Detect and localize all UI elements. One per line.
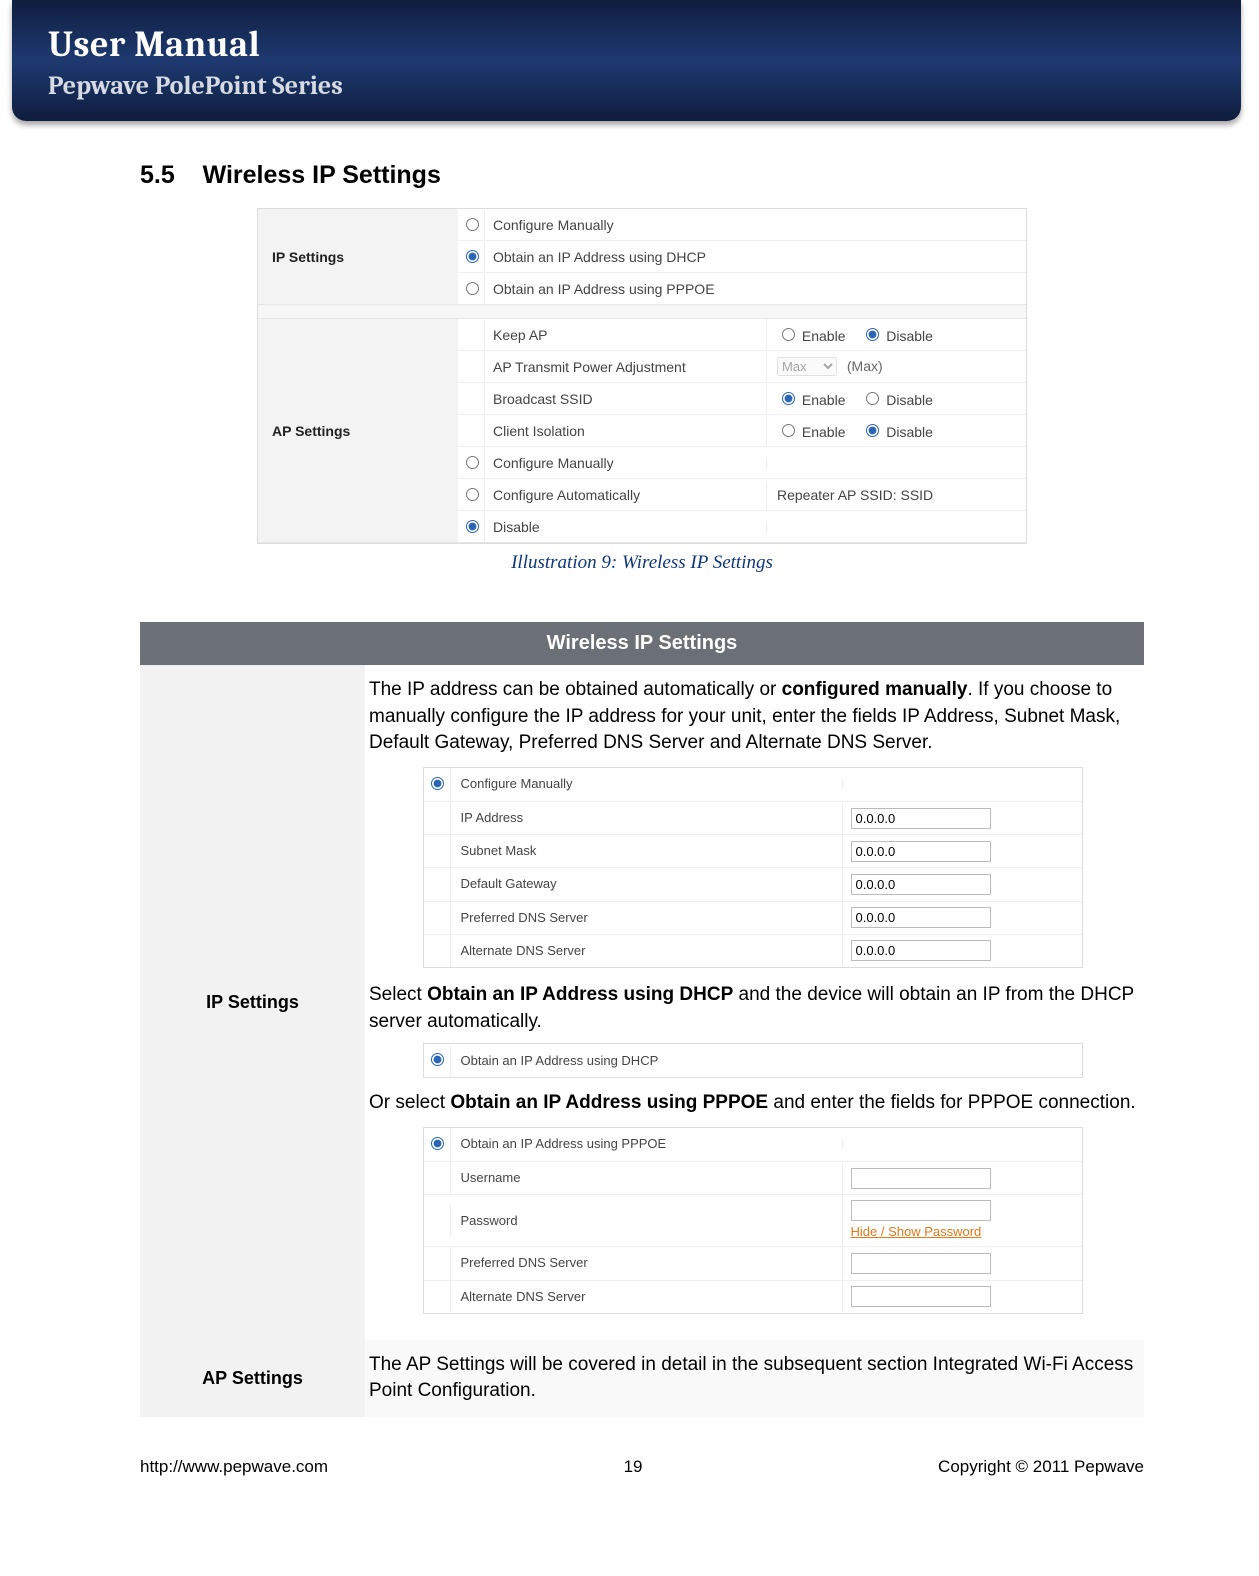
dhcp-inner-label: Obtain an IP Address using DHCP xyxy=(450,1045,1082,1077)
opt-pppoe: Obtain an IP Address using PPPOE xyxy=(484,275,1026,303)
opt-keep-ap: Keep AP xyxy=(484,321,766,349)
alt-dns-label: Alternate DNS Server xyxy=(450,935,842,967)
subnet-mask-label: Subnet Mask xyxy=(450,835,842,867)
tx-power-hint: (Max) xyxy=(847,358,883,374)
ip-desc-text: The IP address can be obtained automatic… xyxy=(369,679,1120,753)
section-title: Wireless IP Settings xyxy=(203,161,441,189)
pppoe-pref-dns-input[interactable] xyxy=(851,1253,991,1274)
ip-address-input[interactable] xyxy=(851,808,991,829)
ap-settings-label: AP Settings xyxy=(140,1340,365,1417)
pppoe-panel: Obtain an IP Address using PPPOE Usernam… xyxy=(423,1127,1083,1314)
definition-table: Wireless IP Settings IP Settings The IP … xyxy=(140,622,1144,1417)
password-label: Password xyxy=(450,1205,842,1237)
radio-ap-configure-manually[interactable] xyxy=(466,456,479,469)
label-disable: Disable xyxy=(886,328,933,344)
ip-settings-label: IP Settings xyxy=(140,665,365,1340)
tx-power-select[interactable]: Max xyxy=(777,357,837,376)
radio-dhcp-inner[interactable] xyxy=(431,1053,444,1066)
radio-pppoe[interactable] xyxy=(466,282,479,295)
definition-table-header: Wireless IP Settings xyxy=(140,622,1144,665)
pppoe-pref-dns-label: Preferred DNS Server xyxy=(450,1247,842,1279)
radio-manual-inner[interactable] xyxy=(431,777,444,790)
ip-address-label: IP Address xyxy=(450,802,842,834)
illustration-settings-panel: IP Settings Configure Manually Obtain an… xyxy=(257,208,1027,544)
opt-ap-tx-power: AP Transmit Power Adjustment xyxy=(484,353,766,381)
radio-ap-configure-auto[interactable] xyxy=(466,488,479,501)
opt-configure-manually: Configure Manually xyxy=(484,211,1026,239)
hide-show-password-link[interactable]: Hide / Show Password xyxy=(851,1223,1074,1241)
radio-ap-disable[interactable] xyxy=(466,520,479,533)
pppoe-inner-label: Obtain an IP Address using PPPOE xyxy=(450,1128,842,1160)
radio-isolation-enable[interactable] xyxy=(782,424,795,437)
radio-broadcast-disable[interactable] xyxy=(866,392,879,405)
password-input[interactable] xyxy=(851,1200,991,1221)
ip-desc-dhcp: Select Obtain an IP Address using DHCP a… xyxy=(369,984,1134,1032)
label-enable: Enable xyxy=(802,392,846,408)
radio-configure-manually[interactable] xyxy=(466,218,479,231)
ip-desc-pppoe: Or select Obtain an IP Address using PPP… xyxy=(369,1092,1136,1113)
pppoe-alt-dns-label: Alternate DNS Server xyxy=(450,1281,842,1313)
section-heading: 5.5 Wireless IP Settings xyxy=(140,161,1144,190)
opt-ap-configure-manually: Configure Manually xyxy=(484,449,766,477)
header-title: User Manual xyxy=(48,24,1213,65)
label-disable: Disable xyxy=(886,424,933,440)
ap-settings-row-label: AP Settings xyxy=(258,319,458,542)
username-label: Username xyxy=(450,1162,842,1194)
radio-isolation-disable[interactable] xyxy=(866,424,879,437)
manual-label: Configure Manually xyxy=(450,768,842,800)
page-footer: http://www.pepwave.com 19 Copyright © 20… xyxy=(0,1417,1259,1517)
pref-dns-input[interactable] xyxy=(851,907,991,928)
opt-broadcast-ssid: Broadcast SSID xyxy=(484,385,766,413)
radio-broadcast-enable[interactable] xyxy=(782,392,795,405)
default-gateway-input[interactable] xyxy=(851,874,991,895)
radio-pppoe-inner[interactable] xyxy=(431,1137,444,1150)
subnet-mask-input[interactable] xyxy=(851,841,991,862)
footer-url: http://www.pepwave.com xyxy=(140,1457,328,1477)
section-number: 5.5 xyxy=(140,161,175,190)
radio-dhcp[interactable] xyxy=(466,250,479,263)
footer-copyright: Copyright © 2011 Pepwave xyxy=(938,1457,1144,1477)
dhcp-panel: Obtain an IP Address using DHCP xyxy=(423,1043,1083,1078)
alt-dns-input[interactable] xyxy=(851,940,991,961)
ip-settings-row-label: IP Settings xyxy=(258,209,458,304)
opt-client-isolation: Client Isolation xyxy=(484,417,766,445)
header-subtitle: Pepwave PolePoint Series xyxy=(48,71,1213,101)
opt-ap-disable: Disable xyxy=(484,513,766,541)
label-enable: Enable xyxy=(802,328,846,344)
radio-keep-ap-disable[interactable] xyxy=(866,328,879,341)
repeater-ssid-value: Repeater AP SSID: SSID xyxy=(766,481,1026,509)
document-header: User Manual Pepwave PolePoint Series xyxy=(12,0,1241,121)
label-disable: Disable xyxy=(886,392,933,408)
opt-ap-configure-auto: Configure Automatically xyxy=(484,481,766,509)
footer-page-number: 19 xyxy=(624,1457,643,1477)
default-gateway-label: Default Gateway xyxy=(450,868,842,900)
username-input[interactable] xyxy=(851,1168,991,1189)
label-enable: Enable xyxy=(802,424,846,440)
pref-dns-label: Preferred DNS Server xyxy=(450,902,842,934)
pppoe-alt-dns-input[interactable] xyxy=(851,1286,991,1307)
radio-keep-ap-enable[interactable] xyxy=(782,328,795,341)
manual-config-panel: Configure Manually IP Address Subnet Mas… xyxy=(423,767,1083,968)
opt-dhcp: Obtain an IP Address using DHCP xyxy=(484,243,1026,271)
illustration-caption: Illustration 9: Wireless IP Settings xyxy=(140,552,1144,574)
ap-settings-desc: The AP Settings will be covered in detai… xyxy=(365,1340,1144,1417)
